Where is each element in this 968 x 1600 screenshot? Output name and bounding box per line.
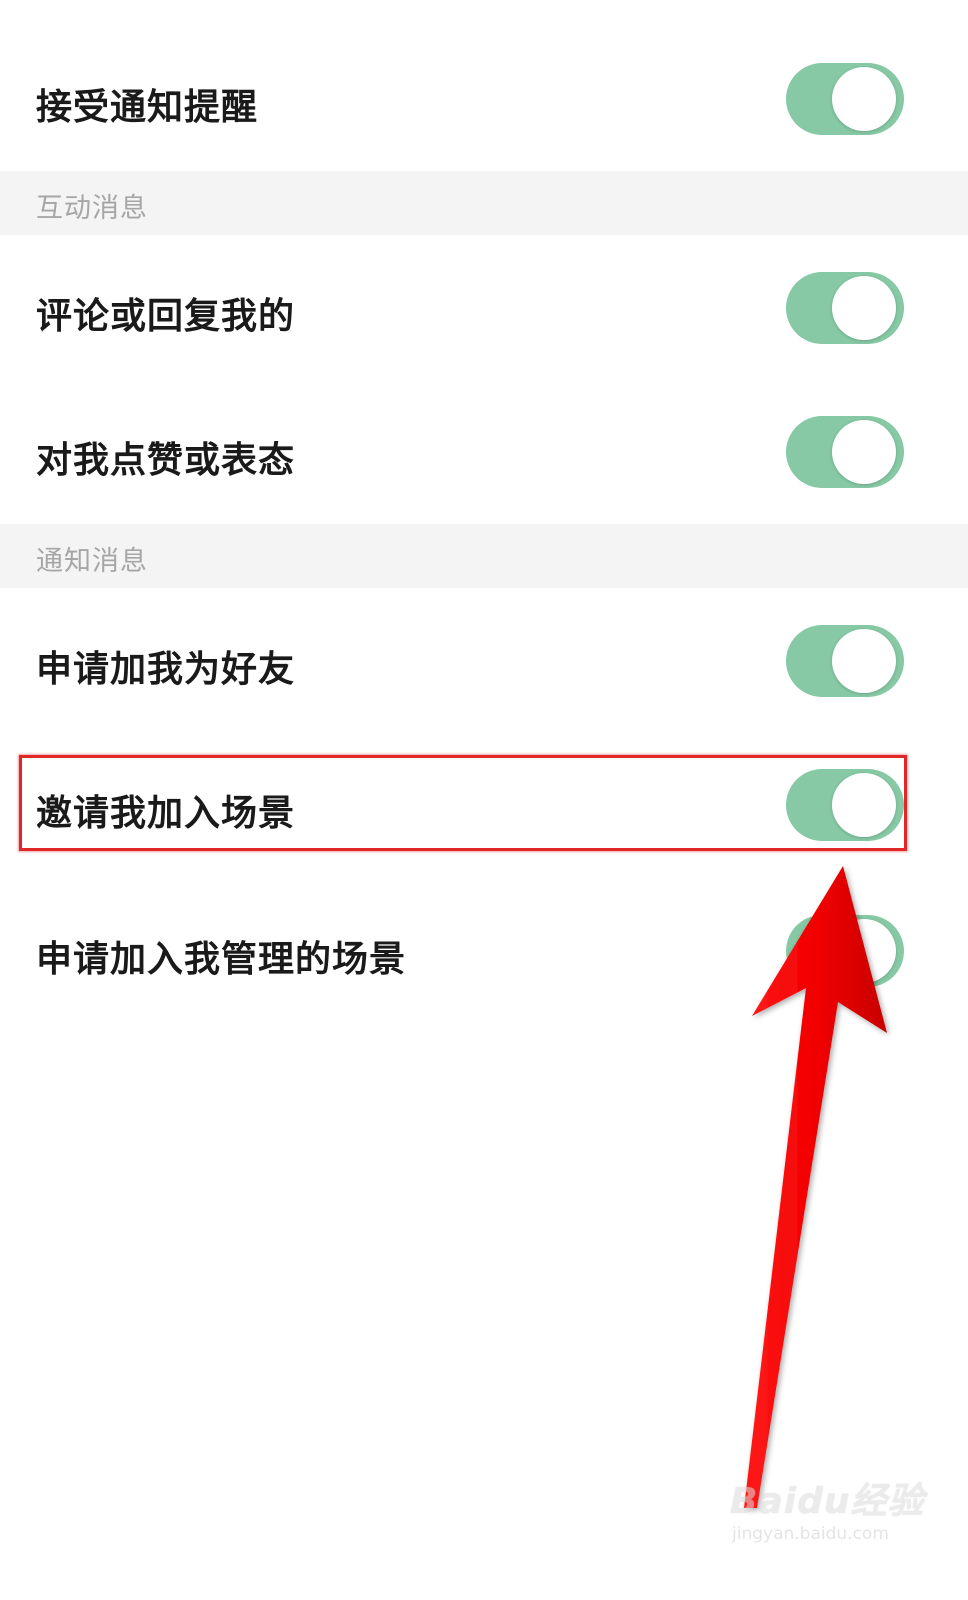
settings-row-label: 接受通知提醒	[36, 87, 259, 128]
toggle-switch-master[interactable]	[786, 63, 904, 135]
toggle-knob	[832, 629, 896, 693]
toggle-knob	[832, 420, 896, 484]
toggle-switch-scene-join-request[interactable]	[786, 915, 904, 987]
highlight-box	[19, 755, 907, 851]
toggle-switch-comments[interactable]	[786, 272, 904, 344]
settings-row-scene-join-request[interactable]: 申请加入我管理的场景	[0, 878, 968, 1024]
settings-row-label: 申请加我为好友	[36, 649, 296, 690]
section-header-notifications: 通知消息	[0, 524, 968, 588]
watermark: Baidu经验 jingyan.baidu.com	[724, 1462, 923, 1552]
section-title: 通知消息	[36, 546, 148, 577]
settings-row-label: 申请加入我管理的场景	[36, 939, 407, 980]
toggle-knob	[832, 67, 896, 131]
settings-row-master[interactable]: 接受通知提醒	[0, 0, 968, 170]
toggle-knob	[832, 919, 896, 983]
toggle-switch-friend-request[interactable]	[786, 625, 904, 697]
section-title: 互动消息	[36, 193, 148, 224]
baidu-jingyan-logo: Baidu经验	[730, 1481, 925, 1522]
settings-row-likes[interactable]: 对我点赞或表态	[0, 379, 968, 523]
watermark-url: jingyan.baidu.com	[732, 1524, 889, 1544]
settings-row-friend-request[interactable]: 申请加我为好友	[0, 588, 968, 734]
settings-row-label: 对我点赞或表态	[36, 440, 296, 481]
toggle-switch-likes[interactable]	[786, 416, 904, 488]
settings-row-label: 评论或回复我的	[36, 296, 296, 337]
notification-settings-screen: 接受通知提醒 互动消息 评论或回复我的 对我点赞或表态 通知消息 申请加我为好友…	[0, 0, 968, 1600]
toggle-knob	[832, 276, 896, 340]
section-header-interactive: 互动消息	[0, 171, 968, 235]
settings-row-comments[interactable]: 评论或回复我的	[0, 235, 968, 379]
